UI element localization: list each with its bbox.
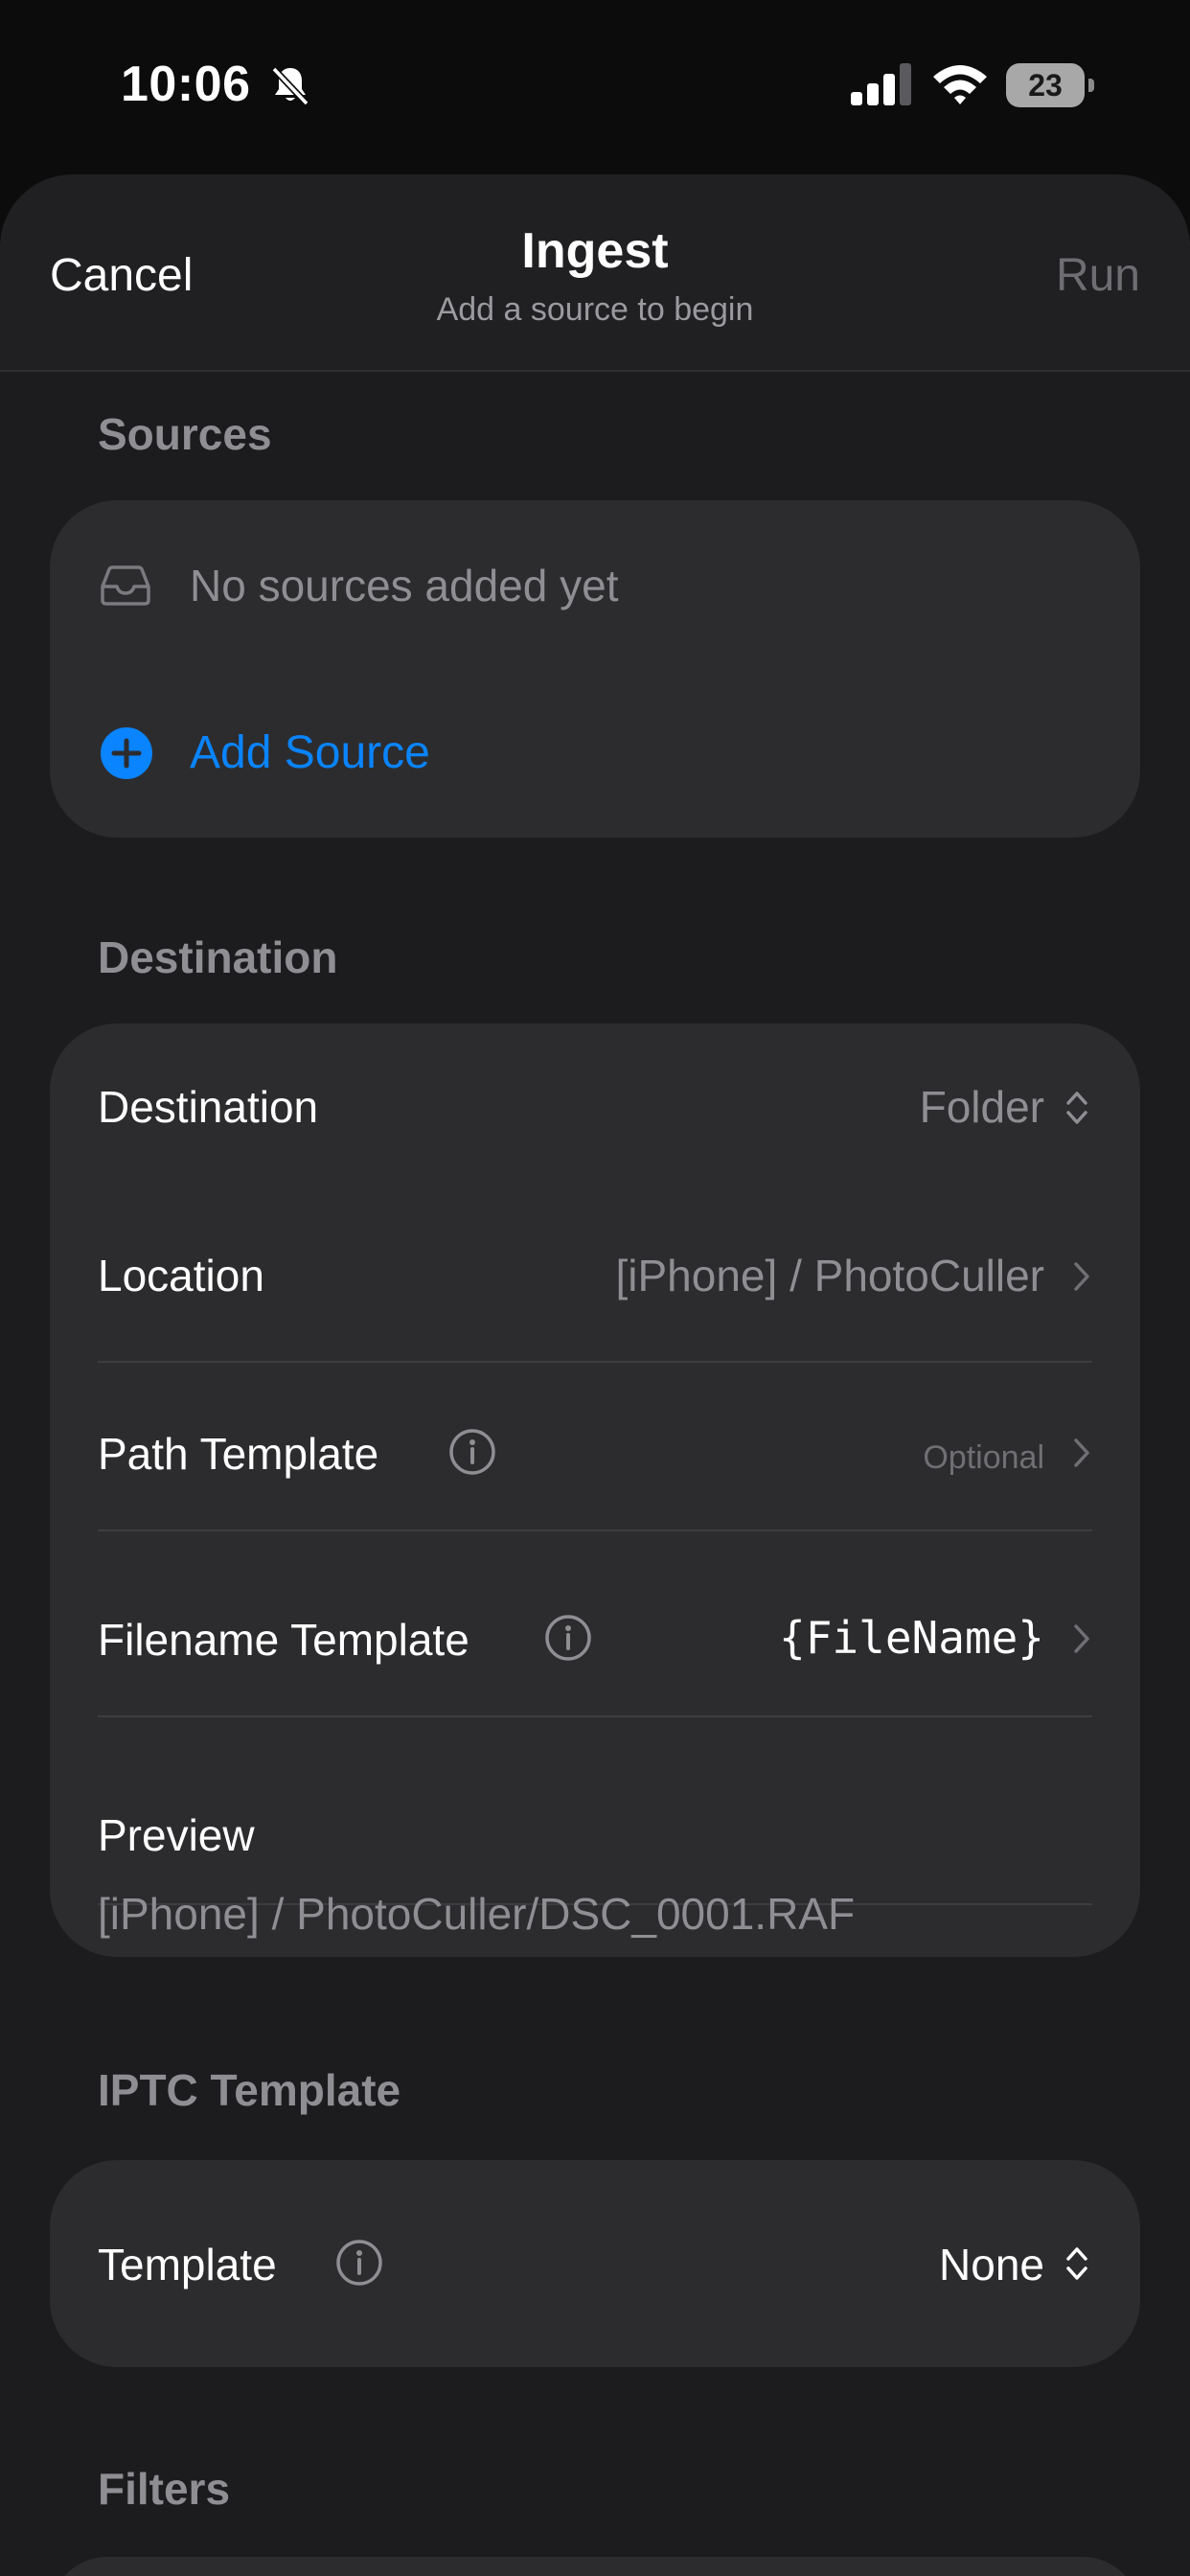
run-button[interactable]: Run bbox=[1056, 249, 1140, 302]
destination-value: Folder bbox=[919, 1082, 1044, 1132]
iptc-card: Template None bbox=[50, 2160, 1140, 2367]
chevron-right-icon bbox=[1074, 1262, 1089, 1291]
page-title: Ingest bbox=[521, 223, 669, 279]
page-subtitle: Add a source to begin bbox=[436, 291, 754, 328]
filename-template-label: Filename Template bbox=[98, 1615, 469, 1665]
bell-slash-icon bbox=[271, 66, 309, 106]
path-template-row[interactable]: Path Template Optional bbox=[50, 1361, 1140, 1547]
info-circle-icon[interactable] bbox=[544, 1614, 592, 1662]
chevron-right-icon bbox=[1074, 1624, 1089, 1653]
info-circle-icon[interactable] bbox=[448, 1428, 496, 1476]
ingest-sheet: Cancel Ingest Add a source to begin Run … bbox=[0, 174, 1190, 2576]
path-template-value: Optional bbox=[923, 1439, 1044, 1476]
iptc-template-value: None bbox=[939, 2240, 1044, 2289]
destination-label: Destination bbox=[98, 1082, 319, 1132]
status-time: 10:06 bbox=[121, 57, 251, 112]
destination-header: Destination bbox=[98, 932, 338, 982]
plus-circle-icon bbox=[101, 727, 152, 779]
filters-card bbox=[50, 2557, 1140, 2576]
destination-row[interactable]: Destination Folder bbox=[50, 1024, 1140, 1190]
chevron-up-down-icon bbox=[1066, 2247, 1087, 2280]
wifi-icon bbox=[933, 65, 987, 104]
filters-header: Filters bbox=[98, 2464, 231, 2514]
chevron-right-icon bbox=[1074, 1438, 1089, 1467]
add-source-label: Add Source bbox=[190, 727, 430, 778]
filename-template-row[interactable]: Filename Template {FileName} bbox=[50, 1547, 1140, 1733]
destination-card: Destination Folder Location [iPhone] / P… bbox=[50, 1024, 1140, 1957]
location-label: Location bbox=[98, 1251, 264, 1300]
location-value: [iPhone] / PhotoCuller bbox=[615, 1251, 1045, 1300]
location-row[interactable]: Location [iPhone] / PhotoCuller bbox=[50, 1192, 1140, 1359]
nav-bar: Cancel Ingest Add a source to begin Run bbox=[0, 174, 1190, 372]
screen: 10:06 23 Cancel Ingest Add a source to b… bbox=[0, 0, 1190, 2576]
sources-empty-row: No sources added yet bbox=[50, 500, 1140, 669]
iptc-header: IPTC Template bbox=[98, 2065, 401, 2115]
preview-row: Preview [iPhone] / PhotoCuller/DSC_0001.… bbox=[50, 1733, 1140, 1957]
chevron-up-down-icon bbox=[1066, 1092, 1087, 1124]
sources-empty-text: No sources added yet bbox=[190, 561, 619, 610]
preview-label: Preview bbox=[98, 1810, 255, 1860]
status-bar: 10:06 23 bbox=[0, 0, 1190, 172]
tray-icon bbox=[101, 565, 150, 606]
info-circle-icon[interactable] bbox=[335, 2239, 383, 2287]
iptc-template-row[interactable]: Template None bbox=[50, 2160, 1140, 2367]
battery-cap bbox=[1088, 79, 1094, 92]
filename-template-value: {FileName} bbox=[779, 1612, 1044, 1664]
sources-card: No sources added yet Add Source bbox=[50, 500, 1140, 838]
sources-header: Sources bbox=[98, 409, 272, 459]
cellular-signal-icon bbox=[851, 63, 911, 105]
preview-value: [iPhone] / PhotoCuller/DSC_0001.RAF bbox=[98, 1889, 856, 1939]
iptc-template-label: Template bbox=[98, 2240, 277, 2289]
battery-icon: 23 bbox=[1006, 63, 1094, 107]
add-source-button[interactable]: Add Source bbox=[50, 669, 1140, 838]
path-template-label: Path Template bbox=[98, 1429, 379, 1479]
battery-level: 23 bbox=[1006, 63, 1085, 107]
